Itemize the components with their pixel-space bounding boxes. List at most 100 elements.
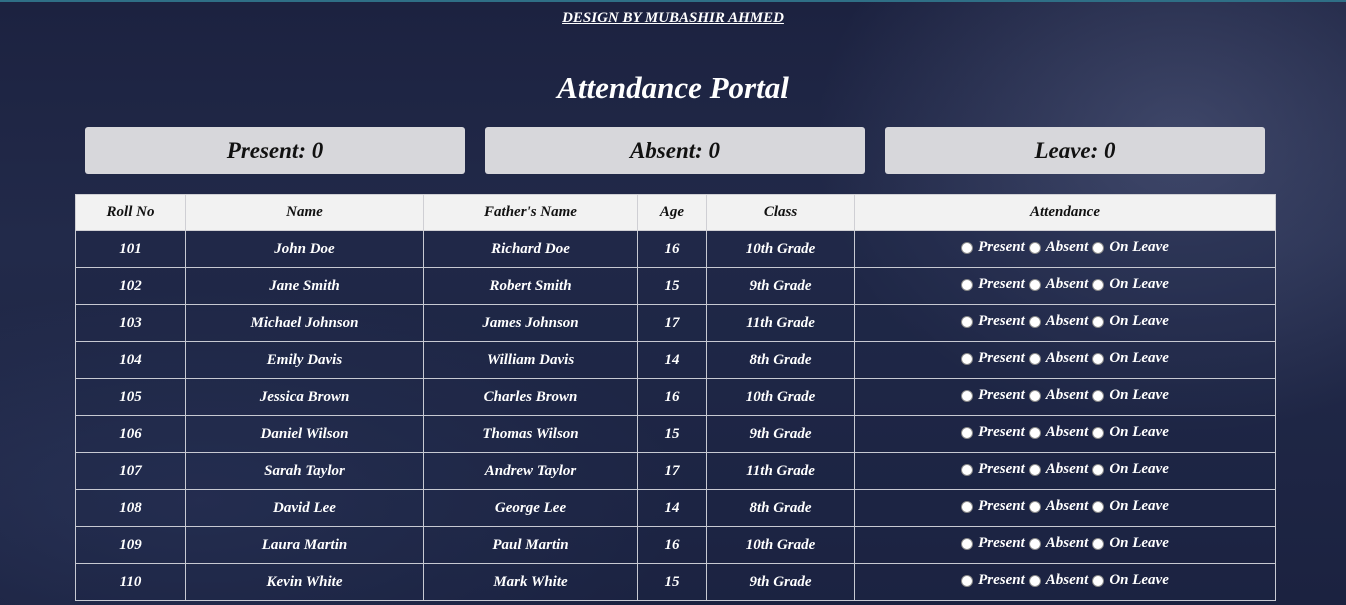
designer-credit[interactable]: DESIGN BY MUBASHIR AHMED bbox=[0, 10, 1346, 27]
attendance-option-on-leave[interactable]: On Leave bbox=[1092, 572, 1169, 589]
table-row: 102 Jane Smith Robert Smith 15 9th Grade Pres… bbox=[75, 267, 1276, 305]
radio-present[interactable] bbox=[961, 426, 974, 439]
attendance-option-absent[interactable]: Absent bbox=[1028, 424, 1089, 441]
radio-on-leave[interactable] bbox=[1092, 426, 1105, 439]
attendance-option-present[interactable]: Present bbox=[961, 313, 1025, 330]
attendance-option-on-leave[interactable]: On Leave bbox=[1092, 387, 1169, 404]
radio-label: Present bbox=[978, 572, 1025, 589]
radio-present[interactable] bbox=[961, 315, 974, 328]
attendance-options-cell: Present Absent On Leave bbox=[854, 563, 1276, 601]
radio-on-leave[interactable] bbox=[1092, 241, 1105, 254]
attendance-summary: Present: 0 Absent: 0 Leave: 0 bbox=[85, 127, 1265, 174]
radio-present[interactable] bbox=[961, 574, 974, 587]
attendance-option-present[interactable]: Present bbox=[961, 535, 1025, 552]
attendance-option-present[interactable]: Present bbox=[961, 276, 1025, 293]
attendance-option-absent[interactable]: Absent bbox=[1028, 387, 1089, 404]
attendance-option-on-leave[interactable]: On Leave bbox=[1092, 239, 1169, 256]
header-roll-no: Roll No bbox=[75, 194, 186, 231]
radio-absent[interactable] bbox=[1028, 352, 1041, 365]
attendance-option-absent[interactable]: Absent bbox=[1028, 461, 1088, 478]
radio-absent[interactable] bbox=[1028, 463, 1041, 476]
table-row: 108 David Lee George Lee 14 8th Grade Present… bbox=[75, 489, 1276, 527]
attendance-option-present[interactable]: Present bbox=[961, 350, 1025, 367]
radio-on-leave[interactable] bbox=[1092, 352, 1105, 365]
table-row: 110 Kevin White Mark White 15 9th Grade Prese… bbox=[75, 563, 1276, 601]
radio-absent[interactable] bbox=[1028, 500, 1041, 513]
attendance-option-on-leave[interactable]: On Leave bbox=[1092, 535, 1169, 552]
radio-absent[interactable] bbox=[1028, 574, 1041, 587]
roll-no-cell: 106 bbox=[75, 415, 186, 453]
attendance-option-present[interactable]: Present bbox=[961, 572, 1025, 589]
attendance-option-on-leave[interactable]: On Leave bbox=[1092, 498, 1169, 515]
radio-on-leave[interactable] bbox=[1092, 389, 1105, 402]
attendance-option-on-leave[interactable]: On Leave bbox=[1092, 424, 1169, 441]
radio-on-leave[interactable] bbox=[1092, 278, 1105, 291]
radio-present[interactable] bbox=[961, 241, 974, 254]
radio-on-leave[interactable] bbox=[1092, 463, 1105, 476]
class-cell: 11th Grade bbox=[706, 452, 855, 490]
attendance-option-on-leave[interactable]: On Leave bbox=[1092, 461, 1169, 478]
attendance-option-absent[interactable]: Absent bbox=[1028, 498, 1088, 515]
attendance-option-absent[interactable]: Absent bbox=[1028, 313, 1088, 330]
radio-absent[interactable] bbox=[1028, 278, 1041, 291]
roll-no-cell: 104 bbox=[75, 341, 186, 379]
attendance-option-present[interactable]: Present bbox=[961, 461, 1025, 478]
table-row: 105 Jessica Brown Charles Brown 16 10th Grad… bbox=[75, 378, 1276, 416]
age-cell: 17 bbox=[637, 304, 707, 342]
radio-on-leave[interactable] bbox=[1092, 500, 1105, 513]
roll-no-cell: 105 bbox=[75, 378, 186, 416]
radio-label: On Leave bbox=[1109, 424, 1169, 441]
radio-label: On Leave bbox=[1109, 461, 1169, 478]
radio-present[interactable] bbox=[961, 463, 974, 476]
absent-count: Absent: 0 bbox=[485, 127, 865, 174]
fathers-name-cell: Robert Smith bbox=[423, 267, 638, 305]
radio-present[interactable] bbox=[961, 352, 974, 365]
radio-on-leave[interactable] bbox=[1092, 574, 1105, 587]
table-row: 107 Sarah Taylor Andrew Taylor 17 11th Grade… bbox=[75, 452, 1276, 490]
attendance-option-on-leave[interactable]: On Leave bbox=[1092, 276, 1169, 293]
radio-present[interactable] bbox=[961, 278, 974, 291]
radio-label: Absent bbox=[1045, 239, 1089, 256]
radio-label: Present bbox=[978, 535, 1025, 552]
attendance-option-absent[interactable]: Absent bbox=[1028, 239, 1089, 256]
radio-present[interactable] bbox=[961, 537, 974, 550]
attendance-option-present[interactable]: Present bbox=[961, 387, 1025, 404]
attendance-option-absent[interactable]: Absent bbox=[1028, 276, 1088, 293]
attendance-option-present[interactable]: Present bbox=[961, 424, 1025, 441]
attendance-option-present[interactable]: Present bbox=[961, 498, 1025, 515]
fathers-name-cell: Charles Brown bbox=[423, 378, 638, 416]
radio-label: On Leave bbox=[1109, 276, 1169, 293]
radio-label: Absent bbox=[1045, 387, 1089, 404]
radio-absent[interactable] bbox=[1028, 389, 1041, 402]
attendance-option-present[interactable]: Present bbox=[961, 239, 1025, 256]
attendance-option-absent[interactable]: Absent bbox=[1028, 535, 1089, 552]
page-title: Attendance Portal bbox=[557, 70, 789, 105]
radio-label: On Leave bbox=[1109, 313, 1169, 330]
header-fathers-name: Father's Name bbox=[423, 194, 638, 231]
roll-no-cell: 108 bbox=[75, 489, 186, 527]
radio-on-leave[interactable] bbox=[1092, 315, 1105, 328]
radio-present[interactable] bbox=[961, 500, 974, 513]
attendance-option-on-leave[interactable]: On Leave bbox=[1092, 313, 1169, 330]
student-name-cell: Laura Martin bbox=[185, 526, 424, 564]
attendance-options-cell: Present Absent On Leave bbox=[854, 230, 1276, 268]
attendance-option-absent[interactable]: Absent bbox=[1028, 350, 1088, 367]
attendance-option-absent[interactable]: Absent bbox=[1028, 572, 1088, 589]
class-cell: 10th Grade bbox=[706, 230, 855, 268]
radio-label: Absent bbox=[1045, 424, 1089, 441]
student-name-cell: Kevin White bbox=[185, 563, 424, 601]
radio-label: Absent bbox=[1045, 535, 1089, 552]
radio-absent[interactable] bbox=[1028, 241, 1041, 254]
radio-on-leave[interactable] bbox=[1092, 537, 1105, 550]
attendance-option-on-leave[interactable]: On Leave bbox=[1092, 350, 1169, 367]
header-name: Name bbox=[185, 194, 424, 231]
header-attendance: Attendance bbox=[854, 194, 1276, 231]
top-border bbox=[0, 0, 1346, 2]
radio-present[interactable] bbox=[961, 389, 974, 402]
radio-absent[interactable] bbox=[1028, 426, 1041, 439]
radio-absent[interactable] bbox=[1028, 537, 1041, 550]
table-row: 104 Emily Davis William Davis 14 8th Grade Pr… bbox=[75, 341, 1276, 379]
radio-absent[interactable] bbox=[1028, 315, 1041, 328]
radio-label: On Leave bbox=[1109, 350, 1169, 367]
attendance-options-cell: Present Absent On Leave bbox=[854, 304, 1276, 342]
